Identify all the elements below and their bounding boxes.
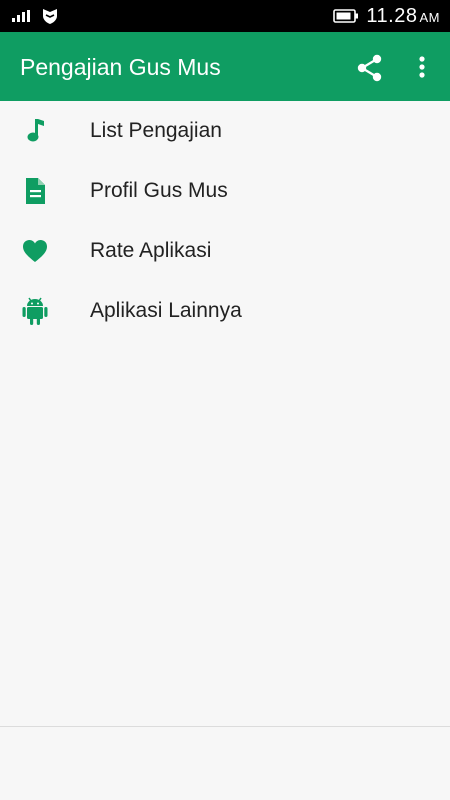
android-icon [22, 296, 48, 326]
signal-icon [12, 10, 30, 22]
menu-item-rate-aplikasi[interactable]: Rate Aplikasi [0, 221, 450, 281]
music-note-icon [22, 116, 48, 146]
status-bar: 11.28 AM [0, 0, 450, 32]
share-icon[interactable] [354, 52, 386, 84]
heart-icon [22, 236, 48, 266]
menu-item-label: Rate Aplikasi [90, 239, 212, 262]
menu-item-aplikasi-lainnya[interactable]: Aplikasi Lainnya [0, 281, 450, 341]
menu-item-label: Profil Gus Mus [90, 179, 228, 202]
menu-item-label: Aplikasi Lainnya [90, 299, 242, 322]
menu-list: List Pengajian Profil Gus Mus Rate Aplik… [0, 101, 450, 341]
battery-icon [333, 9, 358, 23]
menu-item-list-pengajian[interactable]: List Pengajian [0, 101, 450, 161]
shield-icon [43, 9, 57, 24]
clock-ampm: AM [419, 10, 440, 25]
clock-time: 11.28 [366, 5, 418, 27]
app-title: Pengajian Gus Mus [20, 54, 221, 80]
menu-item-profil-gus-mus[interactable]: Profil Gus Mus [0, 161, 450, 221]
clock: 11.28 AM [366, 5, 440, 28]
app-bar: Pengajian Gus Mus [0, 32, 450, 101]
more-vert-icon[interactable] [410, 52, 434, 84]
menu-item-label: List Pengajian [90, 119, 222, 142]
document-icon [22, 176, 48, 206]
bottom-divider [0, 726, 450, 727]
